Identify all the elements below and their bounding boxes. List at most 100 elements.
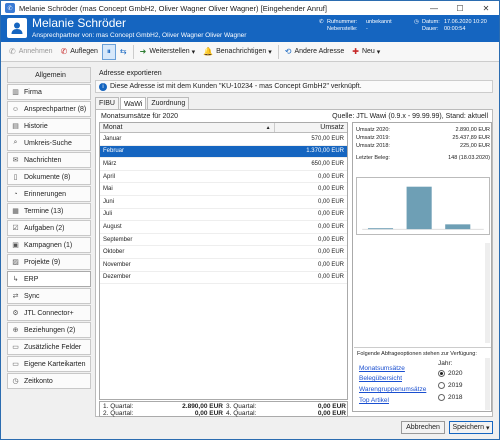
sidebar-item-zusaetzliche-felder[interactable]: ▭ Zusätzliche Felder <box>7 339 91 355</box>
month-cell: November <box>103 261 131 268</box>
auflegen-button[interactable]: ✆ Auflegen <box>57 44 102 60</box>
link-monatsumsaetze[interactable]: Monatsumsätze <box>359 365 405 372</box>
phone-accept-icon: ✆ <box>9 47 16 56</box>
table-row[interactable]: März 650,00 EUR <box>100 158 347 171</box>
stat-umsatz-2019: Umsatz 2019: 25.437,89 EUR <box>356 135 490 141</box>
month-cell: Februar <box>103 148 125 155</box>
quarter-1: 1. Quartal: 2.890,00 EUR <box>103 403 223 410</box>
stat-letzter-beleg: Letzter Beleg: 148 (18.03.2020) <box>356 155 490 161</box>
link-beleguebersicht[interactable]: Belegübersicht <box>359 375 402 382</box>
sidebar-item-erinnerungen[interactable]: ◔ Erinnerungen <box>7 186 91 202</box>
chevron-down-icon: ▾ <box>484 424 490 432</box>
year-radio-2020[interactable]: 2020 <box>438 370 462 377</box>
minimize-button[interactable]: — <box>421 1 447 15</box>
month-cell: Juli <box>103 211 113 218</box>
link-warengruppenumsaetze[interactable]: Warengruppenumsätze <box>359 386 426 393</box>
table-row[interactable]: April 0,00 EUR <box>100 171 347 184</box>
benachrichtigen-button[interactable]: 🔔 Benachrichtigen ▾ <box>199 44 276 60</box>
sidebar-item-projekte[interactable]: ▨ Projekte (9) <box>7 254 91 270</box>
table-row[interactable]: August 0,00 EUR <box>100 221 347 234</box>
query-options: Folgende Abfrageoptionen stehen zur Verf… <box>354 347 491 411</box>
quarter-4: 4. Quartal: 0,00 EUR <box>226 410 346 417</box>
app-icon: ✆ <box>5 3 15 13</box>
panel-title: Monatsumsätze für 2020 <box>101 113 179 120</box>
andere-adresse-button[interactable]: ⟲ Andere Adresse <box>281 44 349 60</box>
task-icon: ☑ <box>12 225 19 232</box>
quarter-summary: 1. Quartal: 2.890,00 EUR 2. Quartal: 0,00 … <box>99 401 348 417</box>
sidebar-item-kampagnen[interactable]: ▣ Kampagnen (1) <box>7 237 91 253</box>
phone-hangup-icon: ✆ <box>60 47 68 56</box>
rufnummer-label: Rufnummer: <box>327 19 358 25</box>
year-radio-2018[interactable]: 2018 <box>438 394 462 401</box>
contact-name: Melanie Schröder <box>32 16 127 30</box>
sidebar-item-umkreis-suche[interactable]: ⌕ Umkreis-Suche <box>7 135 91 151</box>
info-text: Diese Adresse ist mit dem Kunden "KU-102… <box>110 83 362 90</box>
year-radio-2019[interactable]: 2019 <box>438 382 462 389</box>
transfer-button[interactable]: ⇆ <box>116 44 131 60</box>
sidebar-item-erp[interactable]: ↳ ERP <box>7 271 91 287</box>
month-cell: April <box>103 173 116 180</box>
campaign-icon: ▣ <box>12 242 19 249</box>
sidebar-item-dokumente[interactable]: ▯ Dokumente (8) <box>7 169 91 185</box>
reminder-icon: ◔ <box>13 190 18 198</box>
info-icon: i <box>99 82 107 91</box>
sidebar-item-termine[interactable]: ▦ Termine (13) <box>7 203 91 219</box>
sidebar-item-jtl-connector[interactable]: ⚙ JTL Connector+ <box>7 305 91 321</box>
radio-icon <box>438 370 445 377</box>
sync-icon: ⇄ <box>12 293 19 300</box>
close-button[interactable]: ✕ <box>473 1 499 15</box>
dauer-label: Dauer: <box>422 26 439 32</box>
annehmen-button[interactable]: ✆ Annehmen <box>5 44 57 60</box>
neu-button[interactable]: ✚ Neu ▾ <box>348 44 384 60</box>
stat-umsatz-2020: Umsatz 2020: 2.890,00 EUR <box>356 127 490 133</box>
scrollbar[interactable] <box>485 243 490 343</box>
sidebar-item-ansprechpartner[interactable]: ☺ Ansprechpartner (8) <box>7 101 91 117</box>
nebenstelle-value: - <box>366 26 368 32</box>
sidebar-item-aufgaben[interactable]: ☑ Aufgaben (2) <box>7 220 91 236</box>
sidebar-item-beziehungen[interactable]: ⊕ Beziehungen (2) <box>7 322 91 338</box>
abbrechen-button[interactable]: Abbrechen <box>401 421 445 434</box>
sidebar-item-nachrichten[interactable]: ✉ Nachrichten <box>7 152 91 168</box>
speichern-button[interactable]: Speichern ▾ <box>449 421 493 434</box>
quarter-2: 2. Quartal: 0,00 EUR <box>103 410 223 417</box>
transfer-icon: ⇆ <box>119 47 127 56</box>
tab-zuordnung[interactable]: Zuordnung <box>147 97 190 109</box>
sales-cell: 0,00 EUR <box>317 236 344 243</box>
sidebar-item-historie[interactable]: ▤ Historie <box>7 118 91 134</box>
options-scrollbar[interactable] <box>485 358 490 410</box>
table-row[interactable]: Mai 0,00 EUR <box>100 183 347 196</box>
sidebar-item-zeitkonto[interactable]: ◷ Zeitkonto <box>7 373 91 389</box>
table-row[interactable]: November 0,00 EUR <box>100 259 347 272</box>
sidebar-item-firma[interactable]: ▥ Firma <box>7 84 91 100</box>
rufnummer-value: unbekannt <box>366 19 392 25</box>
dauer-value: 00:00:54 <box>444 26 466 32</box>
link-top-artikel[interactable]: Top Artikel <box>359 397 389 404</box>
sidebar-header-allgemein[interactable]: Allgemein <box>7 67 91 83</box>
sales-cell: 0,00 EUR <box>317 274 344 281</box>
month-cell: Mai <box>103 186 113 193</box>
quarter-3: 3. Quartal: 0,00 EUR <box>226 403 346 410</box>
weiterstellen-button[interactable]: ➜ Weiterstellen ▾ <box>136 44 200 60</box>
relations-icon: ⊕ <box>12 327 19 334</box>
table-row[interactable]: Juli 0,00 EUR <box>100 209 347 222</box>
sidebar-item-sync[interactable]: ⇄ Sync <box>7 288 91 304</box>
table-row[interactable]: Februar 1.370,00 EUR <box>100 145 347 159</box>
table-row[interactable]: Juni 0,00 EUR <box>100 196 347 209</box>
fields-icon: ▭ <box>12 344 19 351</box>
message-icon: ✉ <box>12 157 19 164</box>
month-cell: Oktober <box>103 249 125 256</box>
maximize-button[interactable]: ☐ <box>447 1 473 15</box>
table-row[interactable]: September 0,00 EUR <box>100 234 347 247</box>
sidebar-item-eigene-karteikarten[interactable]: ▭ Eigene Karteikarten <box>7 356 91 372</box>
radio-icon <box>438 382 445 389</box>
column-header-umsatz[interactable]: Umsatz <box>273 123 347 132</box>
table-row[interactable]: Januar 570,00 EUR <box>100 133 347 146</box>
hold-button[interactable]: ⏸ <box>101 43 116 60</box>
clock-icon: ◷ <box>414 19 419 25</box>
clock-icon: ◷ <box>12 378 19 385</box>
tab-fibu[interactable]: FIBU <box>95 97 119 109</box>
table-row[interactable]: Oktober 0,00 EUR <box>100 246 347 259</box>
table-row[interactable]: Dezember 0,00 EUR <box>100 272 347 285</box>
column-header-monat[interactable]: Monat ▲ <box>100 123 274 132</box>
month-cell: September <box>103 236 133 243</box>
